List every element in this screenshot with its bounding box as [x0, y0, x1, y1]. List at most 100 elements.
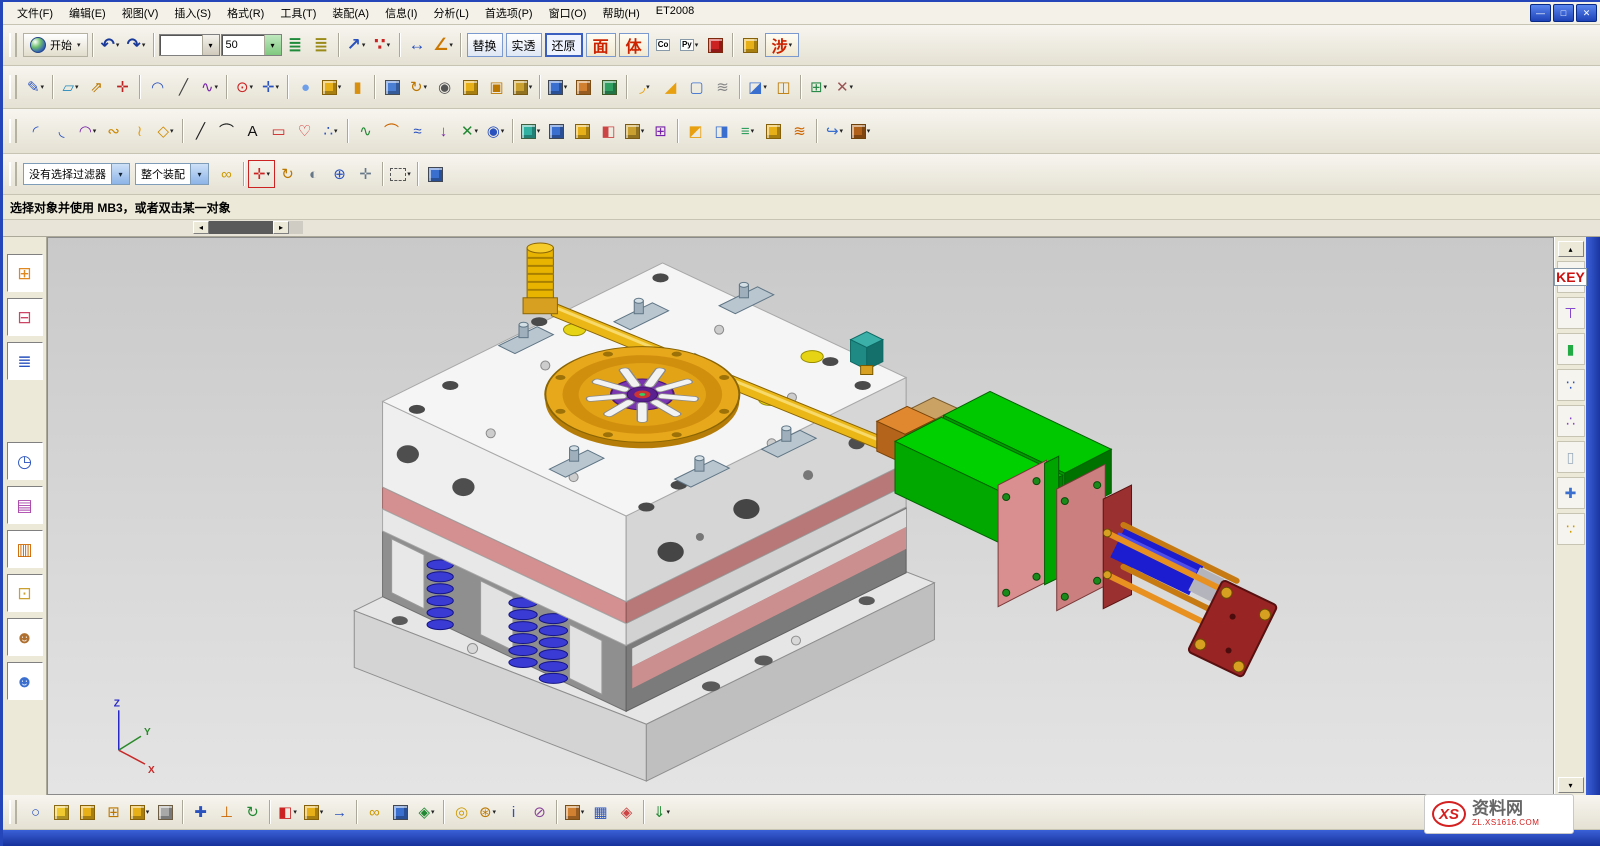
- thicken-icon[interactable]: [761, 118, 786, 144]
- restore-button[interactable]: □: [1553, 4, 1574, 22]
- dropdown-arrow-icon[interactable]: ▾: [449, 41, 453, 49]
- rotate-view-icon[interactable]: ↻: [275, 161, 300, 187]
- scrollbar-thumb[interactable]: [209, 221, 273, 234]
- wave-mode-icon[interactable]: [388, 799, 413, 825]
- dropdown-arrow-icon[interactable]: ▾: [407, 170, 411, 178]
- scroll-down-icon[interactable]: ▾: [1558, 777, 1584, 793]
- work-layer-spinner[interactable]: 50▾: [221, 34, 282, 56]
- dropdown-arrow-icon[interactable]: ▾: [493, 808, 497, 816]
- point-set-icon[interactable]: ∴▾: [318, 118, 343, 144]
- dropdown-arrow-icon[interactable]: ▾: [338, 83, 342, 91]
- rectangle-icon[interactable]: ▭: [266, 118, 291, 144]
- split-body-icon[interactable]: ◫: [771, 74, 796, 100]
- menu-item[interactable]: 文件(F): [9, 3, 61, 23]
- menu-item[interactable]: 首选项(P): [477, 3, 541, 23]
- dropdown-arrow-icon[interactable]: ▾: [529, 83, 533, 91]
- scroll-left-icon[interactable]: ◂: [193, 221, 209, 234]
- toolbar-grip[interactable]: [9, 162, 17, 186]
- dropdown-arrow-icon[interactable]: ▾: [475, 127, 479, 135]
- project-curve-icon[interactable]: ↓: [431, 118, 456, 144]
- profile-line-icon[interactable]: ╱: [188, 118, 213, 144]
- pocket-icon[interactable]: ▣: [484, 74, 509, 100]
- replace-button[interactable]: 替换: [467, 33, 503, 57]
- fit-curve-icon[interactable]: ∿: [353, 118, 378, 144]
- chevron-down-icon[interactable]: ▾: [190, 164, 208, 184]
- extract-geometry-icon[interactable]: ▾: [518, 118, 543, 144]
- isolate-component-icon[interactable]: ⊘: [527, 799, 552, 825]
- instance-geometry-icon[interactable]: ⊞: [648, 118, 673, 144]
- pan-view-icon[interactable]: ✛: [353, 161, 378, 187]
- chevron-down-icon[interactable]: ▾: [111, 164, 129, 184]
- delete-face-button[interactable]: [703, 32, 728, 58]
- measure-distance-button[interactable]: ↔: [405, 32, 430, 58]
- xform-icon[interactable]: ▾: [848, 118, 873, 144]
- selection-scope-dropdown[interactable]: 整个装配▾: [135, 163, 209, 185]
- dropdown-arrow-icon[interactable]: ▾: [850, 83, 854, 91]
- load-options-icon[interactable]: ⇓▾: [649, 799, 674, 825]
- part-navigator-icon[interactable]: ≣: [7, 342, 43, 380]
- line-icon[interactable]: ╱: [171, 74, 196, 100]
- dropdown-arrow-icon[interactable]: ▾: [751, 127, 755, 135]
- dropdown-arrow-icon[interactable]: ▾: [695, 41, 699, 49]
- interpart-chain-icon[interactable]: ∞: [214, 161, 239, 187]
- system-materials-icon[interactable]: ▤: [7, 486, 43, 524]
- dropdown-arrow-icon[interactable]: ▾: [646, 83, 650, 91]
- new-component-icon[interactable]: ⊞: [101, 799, 126, 825]
- offset-surface-icon[interactable]: ≡▾: [735, 118, 760, 144]
- pocket-tool-icon[interactable]: ▮: [1557, 333, 1585, 365]
- measure-angle-button[interactable]: ∠▾: [431, 32, 456, 58]
- user-tools-icon[interactable]: ☻: [7, 662, 43, 700]
- restore-button[interactable]: 还原: [545, 33, 583, 57]
- dropdown-arrow-icon[interactable]: ▾: [641, 127, 645, 135]
- paste-face-button[interactable]: Py▾: [677, 32, 702, 58]
- boss-icon[interactable]: [458, 74, 483, 100]
- point-icon[interactable]: ✛▾: [258, 74, 283, 100]
- show-dof-icon[interactable]: ↻: [240, 799, 265, 825]
- toolbar-grip[interactable]: [9, 800, 17, 824]
- dropdown-arrow-icon[interactable]: ▾: [41, 83, 45, 91]
- key-tool-icon[interactable]: KEY: [1557, 261, 1585, 293]
- visualization-icon[interactable]: ▥: [7, 530, 43, 568]
- assembly-navigator-icon[interactable]: ⊞: [7, 254, 43, 292]
- toolbar-grip[interactable]: [9, 119, 17, 143]
- dropdown-arrow-icon[interactable]: ▾: [789, 41, 793, 49]
- bridge-curve-icon[interactable]: ⌒: [379, 118, 404, 144]
- thread-icon[interactable]: ≋: [710, 74, 735, 100]
- menu-item[interactable]: ET2008: [648, 3, 703, 23]
- droplet-icon[interactable]: ◉▾: [483, 118, 508, 144]
- start-button[interactable]: 开始 ▾: [23, 33, 88, 57]
- layer-visible-button[interactable]: ≣: [309, 32, 334, 58]
- wave-geometry-linker-icon[interactable]: [544, 118, 569, 144]
- dropdown-arrow-icon[interactable]: ▾: [667, 808, 671, 816]
- dropdown-arrow-icon[interactable]: ▾: [320, 808, 324, 816]
- exploded-view-icon[interactable]: ▾: [301, 799, 326, 825]
- dropdown-arrow-icon[interactable]: ▾: [824, 83, 828, 91]
- promote-body-icon[interactable]: ▾: [622, 118, 647, 144]
- ruled-surface-icon[interactable]: ◟: [49, 118, 74, 144]
- interference-button[interactable]: 涉▾: [765, 33, 800, 57]
- component-info-icon[interactable]: i: [501, 799, 526, 825]
- move-component-icon[interactable]: ✚: [188, 799, 213, 825]
- body-button[interactable]: 体: [619, 33, 649, 57]
- reference-set-icon[interactable]: ◎: [449, 799, 474, 825]
- dropdown-arrow-icon[interactable]: ▾: [867, 127, 871, 135]
- pattern-geometry-icon[interactable]: [570, 118, 595, 144]
- chevron-down-icon[interactable]: ▾: [202, 35, 219, 55]
- sphere-icon[interactable]: ●: [293, 74, 318, 100]
- menu-item[interactable]: 帮助(H): [594, 3, 647, 23]
- layer-settings-button[interactable]: ≣: [283, 32, 308, 58]
- mirror-assembly-icon[interactable]: ◧▾: [275, 799, 300, 825]
- instance-feature-icon[interactable]: ⊞▾: [806, 74, 831, 100]
- swept-surface-icon[interactable]: ◠▾: [75, 118, 100, 144]
- pattern-component-icon[interactable]: ▾: [127, 799, 152, 825]
- arrangements-icon[interactable]: ⊛▾: [475, 799, 500, 825]
- dropdown-arrow-icon[interactable]: ▾: [93, 127, 97, 135]
- open-component-icon[interactable]: [49, 799, 74, 825]
- product-outline-icon[interactable]: ▦: [588, 799, 613, 825]
- dropdown-arrow-icon[interactable]: ▾: [276, 83, 280, 91]
- measure-points-button[interactable]: ∵▾: [370, 32, 395, 58]
- menu-item[interactable]: 格式(R): [219, 3, 272, 23]
- chamfer-icon[interactable]: ◢: [658, 74, 683, 100]
- toolbar-grip[interactable]: [9, 75, 17, 99]
- dropdown-arrow-icon[interactable]: ▾: [215, 83, 219, 91]
